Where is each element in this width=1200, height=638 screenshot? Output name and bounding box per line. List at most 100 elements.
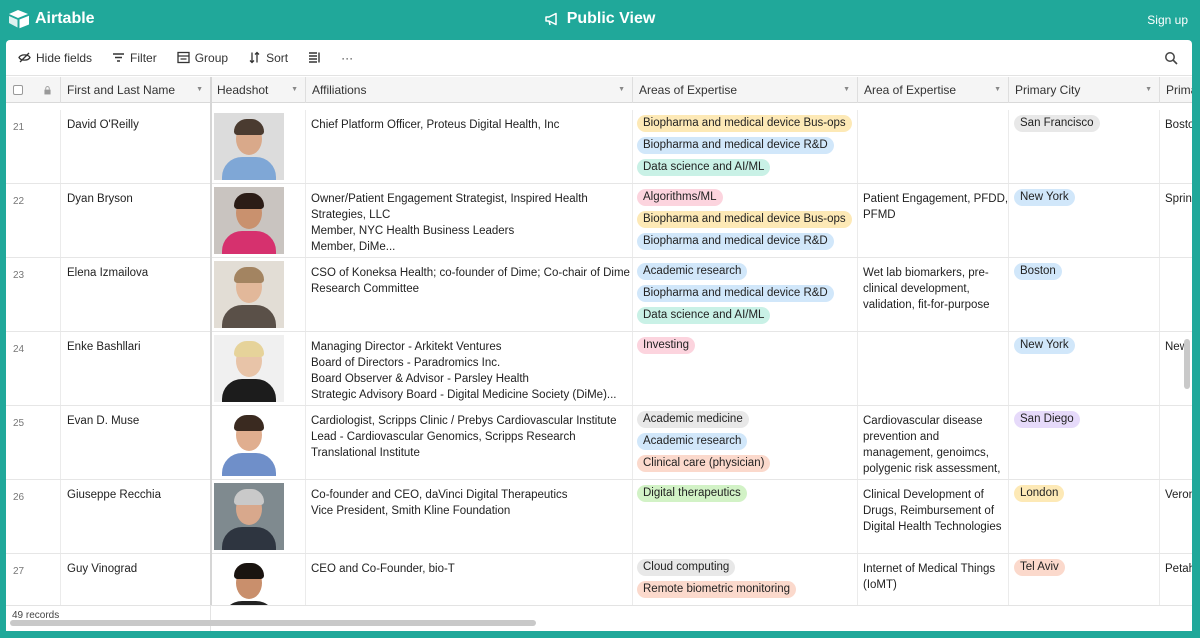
city-tag: New York (1014, 337, 1075, 354)
affiliations-cell[interactable]: Co-founder and CEO, daVinci Digital Ther… (306, 480, 633, 553)
area-of-expertise-cell[interactable]: Cardiovascular disease prevention and mana… (858, 406, 1009, 479)
headshot-cell[interactable] (211, 554, 306, 605)
group-button[interactable]: Group (177, 51, 228, 65)
photo-hair (234, 193, 264, 209)
chevron-down-icon: ▼ (618, 86, 625, 93)
headshot-cell[interactable] (211, 332, 306, 405)
affiliation-line: Research Committee (311, 283, 420, 295)
headshot-cell[interactable] (211, 480, 306, 553)
headshot-cell[interactable] (211, 406, 306, 479)
headshot-cell[interactable] (211, 258, 306, 331)
column-header-areas[interactable]: Areas of Expertise ▼ (633, 77, 858, 103)
headshot-image[interactable] (214, 261, 284, 328)
secondary-city-cell[interactable]: Sprin (1160, 184, 1192, 257)
chevron-down-icon: ▼ (843, 86, 850, 93)
area-of-expertise-line: Clinical Development of (863, 489, 984, 501)
areas-cell[interactable]: Algorithms/ML Biopharma and medical devic… (633, 184, 858, 257)
table-row[interactable]: 23 Elena Izmailova CSO of Koneksa Health; … (6, 258, 1192, 332)
area-of-expertise-cell[interactable] (858, 110, 1009, 183)
row-number-text: 27 (13, 566, 25, 577)
expertise-tag: Academic research (637, 263, 748, 280)
horizontal-scrollbar[interactable] (10, 620, 536, 626)
table-row[interactable]: 26 Giuseppe Recchia Co-founder and CEO, da… (6, 480, 1192, 554)
column-header-affiliations[interactable]: Affiliations ▼ (306, 77, 633, 103)
area-of-expertise-cell[interactable]: Clinical Development of Drugs, Reimbursem… (858, 480, 1009, 553)
areas-cell[interactable]: Cloud computing Remote biometric monitori… (633, 554, 858, 605)
area-of-expertise-line: validation, fit-for-purpose (863, 299, 990, 311)
primary-city-cell[interactable]: Tel Aviv (1009, 554, 1160, 605)
areas-cell[interactable]: Investing (633, 332, 858, 405)
primary-city-cell[interactable]: Boston (1009, 258, 1160, 331)
primary-city-cell[interactable]: San Francisco (1009, 110, 1160, 183)
area-of-expertise-cell[interactable] (858, 332, 1009, 405)
photo-body (222, 453, 276, 476)
secondary-city-cell[interactable]: Bosto (1160, 110, 1192, 183)
name-cell[interactable]: Elena Izmailova (61, 258, 211, 331)
column-header-name[interactable]: First and Last Name ▼ (61, 77, 211, 103)
secondary-city-cell[interactable]: Petah (1160, 554, 1192, 605)
primary-city-cell[interactable]: San Diego (1009, 406, 1160, 479)
filter-button[interactable]: Filter (112, 51, 157, 65)
headshot-cell[interactable] (211, 110, 306, 183)
sign-up-link[interactable]: Sign up (1147, 13, 1188, 27)
headshot-image[interactable] (214, 557, 284, 605)
vertical-scrollbar[interactable] (1184, 339, 1190, 389)
table-row[interactable]: 25 Evan D. Muse Cardiologist, Scripps Clin… (6, 406, 1192, 480)
name-cell[interactable]: Evan D. Muse (61, 406, 211, 479)
areas-cell[interactable]: Digital therapeutics (633, 480, 858, 553)
primary-city-cell[interactable]: New York (1009, 184, 1160, 257)
affiliations-cell[interactable]: CSO of Koneksa Health; co-founder of Dim… (306, 258, 633, 331)
affiliations-cell[interactable]: Chief Platform Officer, Proteus Digital … (306, 110, 633, 183)
table-row[interactable]: 21 David O'Reilly Chief Platform Officer, … (6, 110, 1192, 184)
affiliations-cell[interactable]: Cardiologist, Scripps Clinic / Prebys Ca… (306, 406, 633, 479)
secondary-city-cell[interactable]: Veron (1160, 480, 1192, 553)
more-options-button[interactable]: ··· (341, 51, 353, 65)
row-number: 25 (6, 406, 61, 479)
areas-cell[interactable]: Academic research Biopharma and medical d… (633, 258, 858, 331)
headshot-image[interactable] (214, 113, 284, 180)
name-cell[interactable]: Giuseppe Recchia (61, 480, 211, 553)
expertise-tag: Data science and AI/ML (637, 159, 771, 176)
area-of-expertise-cell[interactable]: Internet of Medical Things (IoMT) (858, 554, 1009, 605)
column-header-headshot-label: Headshot (217, 83, 269, 97)
tag-line: Data science and AI/ML (637, 307, 857, 329)
row-height-button[interactable] (308, 51, 321, 64)
secondary-city-cell[interactable] (1160, 406, 1192, 479)
name-cell[interactable]: Enke Bashllari (61, 332, 211, 405)
secondary-city-cell[interactable] (1160, 258, 1192, 331)
affiliations-cell[interactable]: CEO and Co-Founder, bio-T (306, 554, 633, 605)
headshot-cell[interactable] (211, 184, 306, 257)
affiliations-cell[interactable]: Owner/Patient Engagement Strategist, Ins… (306, 184, 633, 257)
name-cell[interactable]: Dyan Bryson (61, 184, 211, 257)
headshot-image[interactable] (214, 483, 284, 550)
select-all-checkbox[interactable] (13, 85, 23, 95)
areas-cell[interactable]: Biopharma and medical device Bus-ops Biop… (633, 110, 858, 183)
table-row[interactable]: 27 Guy Vinograd CEO and Co-Founder, bio-T C… (6, 554, 1192, 605)
column-header-city-label: Primary City (1015, 83, 1081, 97)
chevron-down-icon: ▼ (1145, 86, 1152, 93)
row-number-text: 24 (13, 344, 25, 355)
column-header-city[interactable]: Primary City ▼ (1009, 77, 1160, 103)
search-icon[interactable] (1164, 51, 1178, 65)
headshot-image[interactable] (214, 187, 284, 254)
table-row[interactable]: 24 Enke Bashllari Managing Director - Arki… (6, 332, 1192, 406)
name-cell[interactable]: David O'Reilly (61, 110, 211, 183)
headshot-image[interactable] (214, 409, 284, 476)
area-of-expertise-line: Cardiovascular disease (863, 415, 983, 427)
headshot-image[interactable] (214, 335, 284, 402)
table-row[interactable]: 22 Dyan Bryson Owner/Patient Engagement St… (6, 184, 1192, 258)
sort-button[interactable]: Sort (248, 51, 288, 65)
areas-cell[interactable]: Academic medicine Academic research Clinic… (633, 406, 858, 479)
name-cell[interactable]: Guy Vinograd (61, 554, 211, 605)
column-header-headshot[interactable]: Headshot ▼ (211, 77, 306, 103)
column-header-area[interactable]: Area of Expertise ▼ (858, 77, 1009, 103)
primary-city-cell[interactable]: New York (1009, 332, 1160, 405)
area-of-expertise-cell[interactable]: Wet lab biomarkers, pre-clinical develop… (858, 258, 1009, 331)
column-header-city2[interactable]: Prima (1160, 77, 1192, 103)
affiliation-line: Owner/Patient Engagement Strategist, Ins… (311, 193, 588, 205)
primary-city-cell[interactable]: London (1009, 480, 1160, 553)
affiliation-line: Board Observer & Advisor - Parsley Healt… (311, 373, 529, 385)
area-of-expertise-cell[interactable]: Patient Engagement, PFDD, PFMD (858, 184, 1009, 257)
hide-fields-button[interactable]: Hide fields (18, 51, 92, 65)
affiliations-cell[interactable]: Managing Director - Arkitekt Ventures Boa… (306, 332, 633, 405)
